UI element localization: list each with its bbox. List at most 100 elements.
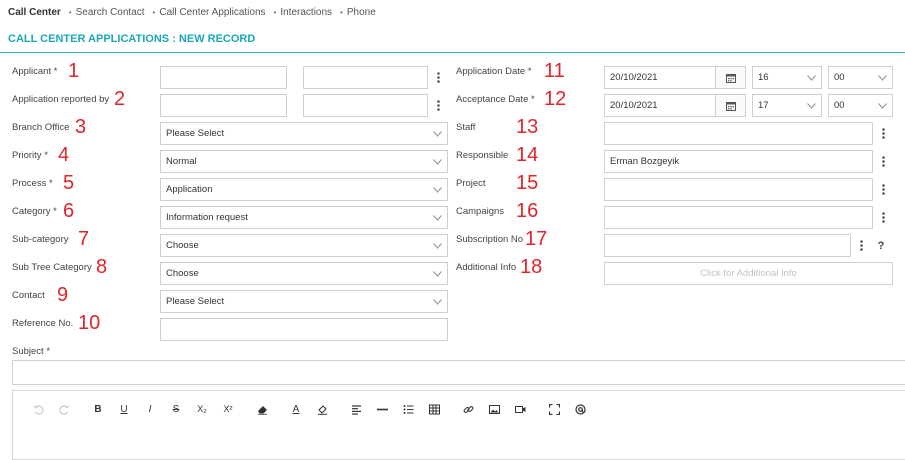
application-reported-by-search-input[interactable] [303, 94, 428, 117]
calendar-icon[interactable] [715, 67, 745, 88]
editor-toolbar: B U I S X₂ X² A [13, 391, 905, 427]
contact-label: Contact [12, 290, 45, 301]
priority-select[interactable]: Normal [160, 150, 448, 173]
branch-office-value: Please Select [166, 128, 225, 139]
contact-select[interactable]: Please Select [160, 290, 448, 313]
breadcrumb-separator: • [152, 7, 156, 17]
branch-office-select[interactable]: Please Select [160, 122, 448, 145]
annotation-number: 2 [114, 88, 126, 110]
subscript-icon[interactable]: X₂ [189, 399, 215, 419]
horizontal-rule-icon[interactable] [369, 399, 395, 419]
responsible-input[interactable]: Erman Bozgeyik [604, 150, 873, 173]
subscription-no-input[interactable] [604, 234, 851, 257]
breadcrumb-separator: • [273, 7, 277, 17]
acceptance-minute-select[interactable]: 00 [828, 94, 893, 117]
application-hour-select[interactable]: 16 [752, 66, 822, 89]
chevron-down-icon [427, 207, 447, 228]
acceptance-hour-select[interactable]: 17 [752, 94, 822, 117]
strikethrough-icon[interactable]: S [163, 399, 189, 419]
subject-input[interactable] [12, 360, 905, 385]
acceptance-hour-value: 17 [758, 100, 769, 111]
project-label: Project [456, 178, 486, 189]
application-reported-by-input[interactable] [160, 94, 287, 117]
reference-no-input[interactable] [160, 318, 448, 341]
annotation-number: 16 [516, 200, 539, 222]
breadcrumb-item-call-center-applications[interactable]: Call Center Applications [159, 7, 265, 18]
project-more-icon[interactable] [874, 178, 892, 201]
sub-category-label: Sub-category [12, 234, 69, 245]
sub-category-value: Choose [166, 240, 199, 251]
undo-icon[interactable] [25, 399, 51, 419]
application-minute-value: 00 [834, 72, 845, 83]
application-minute-select[interactable]: 00 [828, 66, 893, 89]
title-divider [0, 52, 905, 53]
acceptance-date-input[interactable]: 20/10/2021 [604, 94, 746, 117]
fullscreen-icon[interactable] [541, 399, 567, 419]
breadcrumb-item-phone[interactable]: Phone [347, 7, 376, 18]
list-icon[interactable] [395, 399, 421, 419]
align-left-icon[interactable] [343, 399, 369, 419]
annotation-number: 9 [57, 284, 69, 306]
responsible-more-icon[interactable] [874, 150, 892, 173]
category-select[interactable]: Information request [160, 206, 448, 229]
sub-tree-category-value: Choose [166, 268, 199, 279]
staff-input[interactable] [604, 122, 873, 145]
application-reported-by-more-icon[interactable] [429, 94, 447, 117]
additional-info-button[interactable]: Click for Additional Info [604, 262, 893, 285]
redo-icon[interactable] [51, 399, 77, 419]
breadcrumb: Call Center • Search Contact • Call Cent… [8, 6, 376, 18]
reference-no-label: Reference No. [12, 318, 74, 329]
help-icon[interactable]: ? [873, 234, 889, 257]
image-icon[interactable] [481, 399, 507, 419]
staff-more-icon[interactable] [874, 122, 892, 145]
bold-icon[interactable]: B [85, 399, 111, 419]
annotation-number: 14 [516, 144, 539, 166]
chevron-down-icon [427, 179, 447, 200]
applicant-input[interactable] [160, 66, 287, 89]
link-icon[interactable] [455, 399, 481, 419]
annotation-number: 6 [63, 200, 75, 222]
annotation-number: 12 [544, 88, 567, 110]
superscript-icon[interactable]: X² [215, 399, 241, 419]
application-hour-value: 16 [758, 72, 769, 83]
breadcrumb-item-call-center[interactable]: Call Center [8, 7, 61, 18]
acceptance-minute-value: 00 [834, 100, 845, 111]
chevron-down-icon [427, 291, 447, 312]
project-input[interactable] [604, 178, 873, 201]
category-label: Category * [12, 206, 57, 217]
annotation-number: 5 [63, 172, 75, 194]
applicant-label: Applicant * [12, 66, 58, 77]
campaigns-more-icon[interactable] [874, 206, 892, 229]
eraser-icon[interactable] [249, 399, 275, 419]
breadcrumb-item-search-contact[interactable]: Search Contact [76, 7, 145, 18]
rich-text-editor[interactable]: B U I S X₂ X² A [12, 390, 905, 460]
text-color-icon[interactable]: A [283, 399, 309, 419]
additional-info-label: Additional Info [456, 262, 517, 273]
highlight-icon[interactable] [309, 399, 335, 419]
acceptance-date-label: Acceptance Date * [456, 94, 535, 105]
table-icon[interactable] [421, 399, 447, 419]
campaigns-input[interactable] [604, 206, 873, 229]
breadcrumb-separator: • [68, 7, 72, 17]
sub-tree-category-select[interactable]: Choose [160, 262, 448, 285]
chevron-down-icon [872, 95, 892, 116]
calendar-icon[interactable] [715, 95, 745, 116]
chevron-down-icon [427, 263, 447, 284]
underline-icon[interactable]: U [111, 399, 137, 419]
video-icon[interactable] [507, 399, 533, 419]
application-date-input[interactable]: 20/10/2021 [604, 66, 746, 89]
sub-category-select[interactable]: Choose [160, 234, 448, 257]
annotation-number: 13 [516, 116, 539, 138]
process-select[interactable]: Application [160, 178, 448, 201]
subscription-more-icon[interactable] [852, 234, 870, 257]
annotation-number: 7 [78, 228, 90, 250]
priority-value: Normal [166, 156, 197, 167]
applicant-search-input[interactable] [303, 66, 428, 89]
applicant-more-icon[interactable] [429, 66, 447, 89]
mention-icon[interactable] [567, 399, 593, 419]
italic-icon[interactable]: I [137, 399, 163, 419]
breadcrumb-item-interactions[interactable]: Interactions [280, 7, 332, 18]
page-title: CALL CENTER APPLICATIONS : NEW RECORD [8, 33, 256, 45]
chevron-down-icon [801, 95, 821, 116]
annotation-number: 15 [516, 172, 539, 194]
